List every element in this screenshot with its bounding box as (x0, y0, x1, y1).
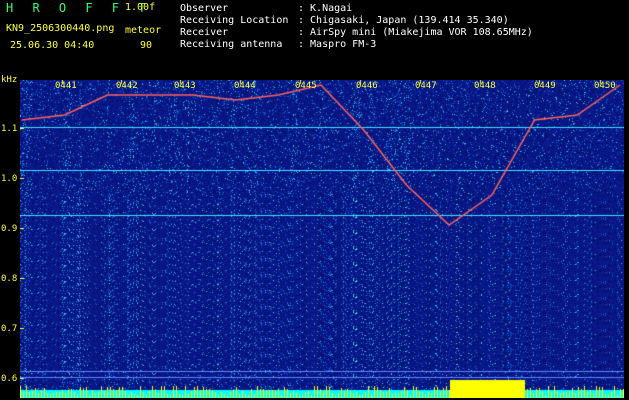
antenna-value: : Maspro FM-3 (298, 39, 377, 50)
y-unit-label: kHz (1, 75, 18, 85)
location-value: : Chigasaki, Japan (139.414 35.340) (298, 15, 509, 26)
x-tick-label: 0448 (474, 81, 496, 91)
app-version: 1.00f (125, 2, 156, 13)
x-tick-label: 0445 (295, 81, 317, 91)
observer-key: Observer (180, 3, 229, 14)
y-tick-label: 0.9 (1, 224, 18, 234)
spectrogram-canvas (20, 80, 624, 398)
y-tick-label: 0.8 (1, 274, 18, 284)
meteor-count: 90 (140, 40, 153, 51)
x-tick-label: 0450 (594, 81, 616, 91)
receiver-value: : AirSpy mini (Miakejima VOR 108.65MHz) (298, 27, 533, 38)
y-tick-label: 1.0 (1, 174, 18, 184)
y-tick-label: 1.1 (1, 124, 18, 134)
x-tick-label: 0447 (415, 81, 437, 91)
antenna-key: Receiving antenna (180, 39, 283, 50)
location-key: Receiving Location (180, 15, 289, 26)
x-tick-label: 0441 (55, 81, 77, 91)
receiver-key: Receiver (180, 27, 229, 38)
observer-value: : K.Nagai (298, 3, 353, 14)
x-tick-label: 0444 (234, 81, 256, 91)
hroft-screen: H R O F F T 1.00f KN9_2506300440.png met… (0, 0, 629, 400)
x-tick-label: 0442 (116, 81, 138, 91)
meteor-label: meteor (125, 25, 162, 36)
x-tick-label: 0443 (174, 81, 196, 91)
x-tick-label: 0446 (356, 81, 378, 91)
timestamp: 25.06.30 04:40 (10, 40, 95, 51)
file-name: KN9_2506300440.png (6, 23, 115, 34)
x-tick-label: 0449 (534, 81, 556, 91)
y-tick-label: 0.6 (1, 374, 18, 384)
y-tick-label: 0.7 (1, 324, 18, 334)
